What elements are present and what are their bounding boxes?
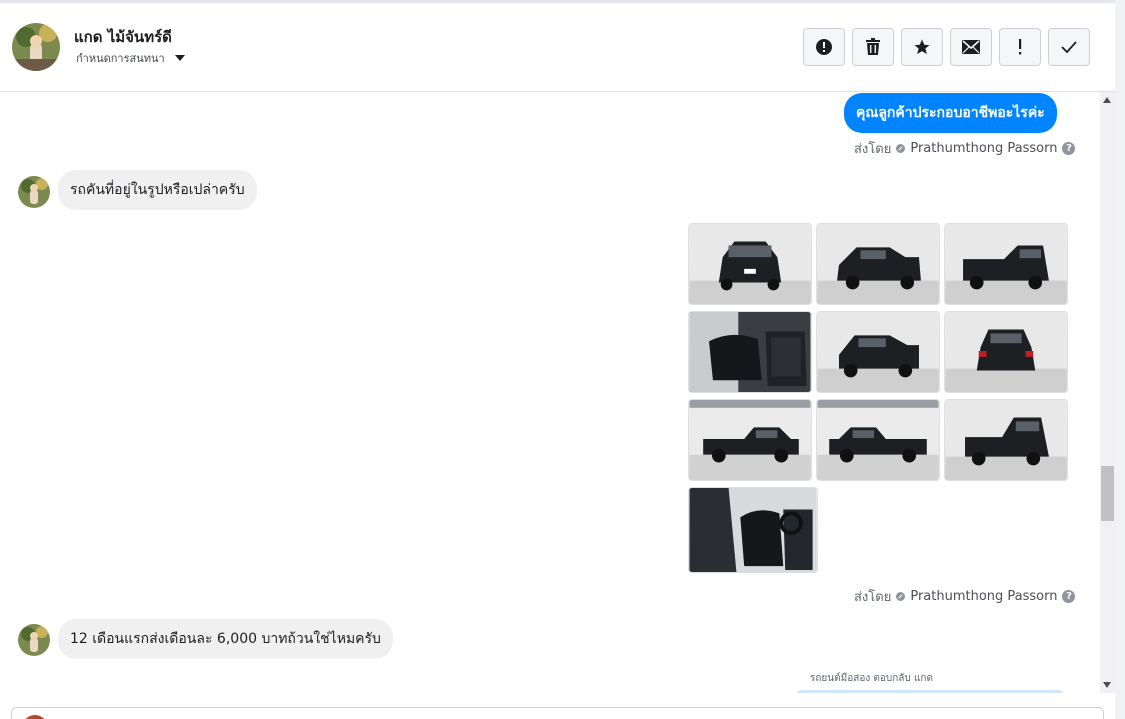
car-photo[interactable] bbox=[944, 223, 1068, 305]
envelope-icon bbox=[962, 40, 980, 54]
contact-avatar-small bbox=[18, 624, 50, 656]
star-icon bbox=[914, 39, 930, 55]
car-interior-photo[interactable] bbox=[688, 311, 812, 393]
star-button[interactable] bbox=[901, 28, 943, 66]
message-outgoing: คุณลูกค้าประกอบอาชีพอะไรค่ะ bbox=[844, 93, 1057, 133]
agent-name: Prathumthong Passorn bbox=[910, 589, 1058, 604]
car-interior-photo[interactable] bbox=[688, 487, 818, 573]
contact-avatar[interactable] bbox=[12, 23, 60, 71]
sent-by-line: ส่งโดย Prathumthong Passorn ? bbox=[854, 138, 1076, 159]
help-icon[interactable]: ? bbox=[1062, 590, 1076, 603]
contact-name: แกด ไม้จันทร์ดี bbox=[74, 28, 172, 46]
mark-unread-button[interactable] bbox=[950, 28, 992, 66]
verified-icon bbox=[896, 592, 906, 601]
exclamation-icon bbox=[1019, 39, 1022, 55]
car-photo[interactable] bbox=[816, 223, 940, 305]
assign-conversation-label: กำหนดการสนทนา bbox=[76, 52, 165, 65]
check-icon bbox=[1061, 41, 1077, 53]
thread-scrollbar[interactable] bbox=[1100, 92, 1115, 693]
sent-by-label: ส่งโดย bbox=[854, 590, 892, 605]
message-composer[interactable] bbox=[11, 707, 1104, 719]
reply-context-label: รถยนต์มือสอง ตอบกลับ แกด bbox=[810, 673, 933, 684]
window-gutter bbox=[1115, 0, 1125, 719]
agent-name: Prathumthong Passorn bbox=[910, 141, 1058, 156]
car-photo[interactable] bbox=[944, 399, 1068, 481]
scroll-thumb[interactable] bbox=[1101, 466, 1114, 521]
car-photo[interactable] bbox=[688, 399, 812, 481]
caret-down-icon bbox=[174, 55, 185, 61]
scroll-up-arrow-icon[interactable] bbox=[1103, 97, 1111, 103]
car-photo[interactable] bbox=[944, 311, 1068, 393]
message-incoming: รถคันที่อยู่ในรูปหรือเปล่าครับ bbox=[58, 170, 257, 210]
mark-spam-button[interactable] bbox=[803, 28, 845, 66]
message-thread: คุณลูกค้าประกอบอาชีพอะไรค่ะ ส่งโดย Prath… bbox=[0, 92, 1100, 693]
verified-icon bbox=[896, 144, 906, 153]
delete-button[interactable] bbox=[852, 28, 894, 66]
car-photo[interactable] bbox=[816, 399, 940, 481]
reply-bubble-partial bbox=[796, 690, 1064, 693]
contact-avatar-small bbox=[18, 176, 50, 208]
car-photo[interactable] bbox=[816, 311, 940, 393]
sent-by-line: ส่งโดย Prathumthong Passorn ? bbox=[854, 586, 1076, 607]
help-icon[interactable]: ? bbox=[1062, 142, 1076, 155]
conversation-header: แกด ไม้จันทร์ดี กำหนดการสนทนา bbox=[0, 3, 1115, 92]
assign-conversation-dropdown[interactable]: กำหนดการสนทนา bbox=[76, 49, 185, 67]
header-actions bbox=[803, 28, 1090, 66]
trash-icon bbox=[866, 38, 880, 55]
car-photo[interactable] bbox=[688, 223, 812, 305]
sent-by-label: ส่งโดย bbox=[854, 142, 892, 157]
message-incoming: 12 เดือนแรกส่งเดือนละ 6,000 บาทถ้วนใช่ไห… bbox=[58, 619, 393, 659]
alert-circle-icon bbox=[816, 39, 832, 55]
follow-up-button[interactable] bbox=[999, 28, 1041, 66]
scroll-down-arrow-icon[interactable] bbox=[1103, 682, 1111, 688]
mark-done-button[interactable] bbox=[1048, 28, 1090, 66]
